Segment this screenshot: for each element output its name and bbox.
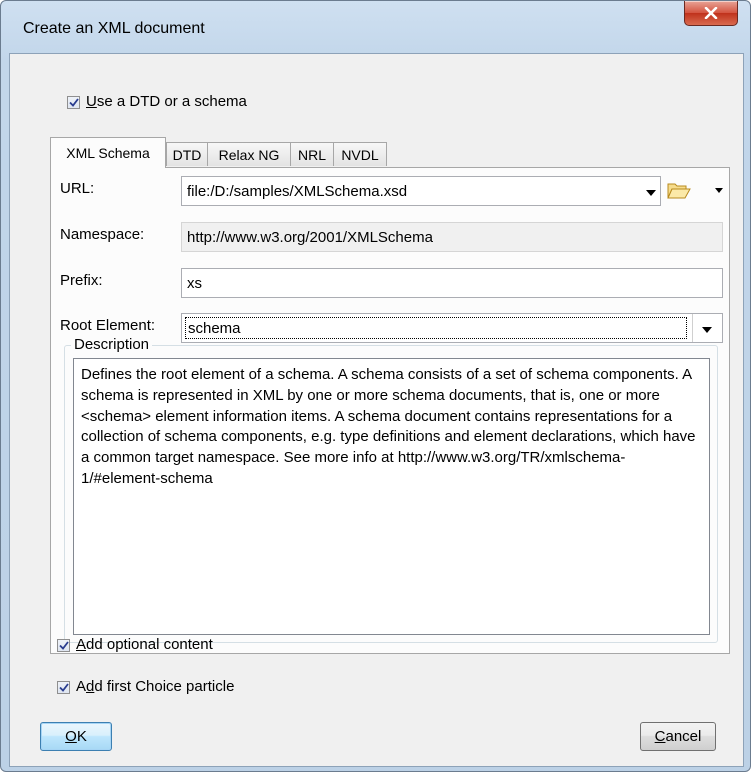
- root-element-dropdown-arrow-icon[interactable]: [702, 327, 712, 333]
- prefix-value: xs: [187, 274, 202, 292]
- checkmark-icon: [58, 683, 69, 692]
- title-bar[interactable]: Create an XML document: [1, 1, 750, 53]
- namespace-field: http://www.w3.org/2001/XMLSchema: [181, 222, 723, 252]
- close-button[interactable]: [684, 1, 738, 26]
- tab-xml-schema[interactable]: XML Schema: [50, 137, 166, 168]
- add-first-choice-label[interactable]: Add first Choice particle: [76, 678, 234, 695]
- checkmark-icon: [68, 98, 79, 107]
- add-first-choice-checkbox[interactable]: [57, 681, 70, 694]
- url-value: file:/D:/samples/XMLSchema.xsd: [187, 182, 408, 200]
- xml-schema-panel: URL: file:/D:/samples/XMLSchema.xsd Name…: [50, 167, 730, 654]
- root-element-label: Root Element:: [60, 317, 156, 334]
- browse-menu-arrow-icon[interactable]: [715, 188, 723, 193]
- use-schema-checkbox[interactable]: [67, 96, 80, 109]
- url-dropdown-arrow-icon[interactable]: [646, 190, 656, 196]
- url-label: URL:: [60, 180, 95, 197]
- cancel-button[interactable]: Cancel: [640, 722, 716, 751]
- namespace-value: http://www.w3.org/2001/XMLSchema: [187, 228, 433, 246]
- dialog-window: Create an XML document Use a DTD or a sc…: [0, 0, 751, 772]
- ok-button[interactable]: OK: [40, 722, 112, 751]
- root-element-value: schema: [188, 319, 241, 337]
- description-legend: Description: [71, 336, 153, 353]
- prefix-input[interactable]: xs: [181, 268, 723, 298]
- url-combobox[interactable]: file:/D:/samples/XMLSchema.xsd: [181, 176, 661, 206]
- prefix-label: Prefix:: [60, 272, 103, 289]
- window-title: Create an XML document: [23, 20, 205, 37]
- folder-open-icon[interactable]: [666, 179, 692, 205]
- add-optional-content-checkbox[interactable]: [57, 639, 70, 652]
- root-element-focus: schema: [185, 317, 687, 339]
- tab-relax-ng[interactable]: Relax NG: [207, 142, 291, 166]
- add-optional-content-label[interactable]: Add optional content: [76, 636, 213, 653]
- root-element-select[interactable]: schema: [181, 313, 723, 343]
- tab-nvdl[interactable]: NVDL: [333, 142, 387, 166]
- checkmark-icon: [58, 641, 69, 650]
- description-text-area[interactable]: Defines the root element of a schema. A …: [73, 358, 710, 635]
- dialog-body: Use a DTD or a schema XML Schema DTD Rel…: [9, 53, 744, 767]
- namespace-label: Namespace:: [60, 226, 145, 243]
- close-icon: [704, 7, 718, 19]
- use-schema-label[interactable]: Use a DTD or a schema: [86, 93, 247, 110]
- tab-dtd[interactable]: DTD: [166, 142, 208, 166]
- tab-nrl[interactable]: NRL: [290, 142, 334, 166]
